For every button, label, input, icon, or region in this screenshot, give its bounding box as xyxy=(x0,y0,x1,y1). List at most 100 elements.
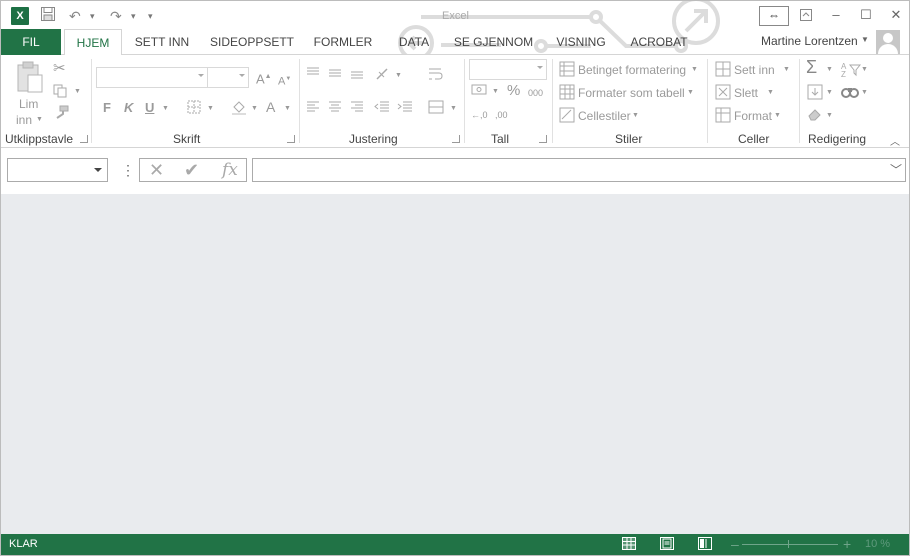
autosum-icon[interactable]: Σ xyxy=(806,58,817,76)
percent-style-button[interactable]: % xyxy=(507,83,520,99)
number-format-combo[interactable] xyxy=(469,59,547,80)
font-size-combo[interactable] xyxy=(207,67,249,88)
format-as-table-icon[interactable] xyxy=(559,84,575,104)
clear-icon[interactable] xyxy=(807,107,823,125)
align-top-icon[interactable] xyxy=(306,67,320,83)
collapse-ribbon-icon[interactable]: ︿ xyxy=(890,133,900,148)
fill-color-icon[interactable] xyxy=(231,99,247,119)
avatar[interactable] xyxy=(876,30,900,54)
align-middle-icon[interactable] xyxy=(328,67,342,83)
cell-styles-dropdown-icon[interactable]: ▼ xyxy=(632,112,639,119)
close-icon[interactable]: ✕ xyxy=(883,5,909,25)
undo-dropdown-icon[interactable]: ▾ xyxy=(90,6,95,26)
copy-icon[interactable] xyxy=(53,84,69,102)
tab-review[interactable]: SE GJENNOM xyxy=(451,29,536,55)
format-cells-dropdown-icon[interactable]: ▼ xyxy=(774,112,781,119)
delete-cells-button[interactable]: Slett xyxy=(734,86,758,100)
tab-view[interactable]: VISNING xyxy=(551,29,611,55)
tab-insert[interactable]: SETT INN xyxy=(129,29,195,55)
delete-cells-dropdown-icon[interactable]: ▼ xyxy=(767,89,774,96)
accounting-dropdown-icon[interactable]: ▼ xyxy=(492,88,499,95)
find-select-icon[interactable] xyxy=(841,84,859,104)
cell-styles-icon[interactable] xyxy=(559,107,575,127)
copy-dropdown-icon[interactable]: ▼ xyxy=(74,88,81,95)
user-name[interactable]: Martine Lorentzen xyxy=(761,34,858,48)
format-as-table-button[interactable]: Formater som tabell xyxy=(578,86,685,100)
redo-dropdown-icon[interactable]: ▾ xyxy=(131,6,136,26)
redo-icon[interactable]: ↷ xyxy=(110,6,122,26)
bold-button[interactable]: F xyxy=(103,100,111,116)
comma-style-button[interactable]: 000 xyxy=(528,85,543,101)
paste-icon[interactable] xyxy=(15,61,45,99)
minimize-icon[interactable]: – xyxy=(823,5,849,25)
tab-acrobat[interactable]: ACROBAT xyxy=(625,29,693,55)
font-color-icon[interactable]: A xyxy=(266,99,275,115)
help-icon[interactable] xyxy=(793,5,819,25)
zoom-out-icon[interactable]: – xyxy=(731,535,739,553)
font-name-combo[interactable] xyxy=(96,67,208,88)
underline-dropdown-icon[interactable]: ▼ xyxy=(162,105,169,112)
zoom-slider[interactable] xyxy=(742,544,838,545)
zoom-slider-handle[interactable] xyxy=(788,540,789,548)
cut-icon[interactable]: ✂ xyxy=(53,61,66,77)
conditional-formatting-button[interactable]: Betinget formatering xyxy=(578,63,686,77)
autosum-dropdown-icon[interactable]: ▼ xyxy=(826,66,833,73)
format-painter-icon[interactable] xyxy=(53,105,69,125)
delete-cells-icon[interactable] xyxy=(715,84,731,104)
clear-dropdown-icon[interactable]: ▼ xyxy=(826,112,833,119)
conditional-formatting-icon[interactable] xyxy=(559,61,575,81)
save-icon[interactable] xyxy=(40,6,56,26)
borders-icon[interactable] xyxy=(187,100,201,118)
page-break-view-icon[interactable] xyxy=(698,537,712,550)
format-cells-icon[interactable] xyxy=(715,107,731,127)
align-left-icon[interactable] xyxy=(306,101,320,117)
insert-cells-icon[interactable] xyxy=(715,61,731,81)
sort-filter-dropdown-icon[interactable]: ▼ xyxy=(861,66,868,73)
fill-icon[interactable] xyxy=(807,84,823,104)
name-box-dropdown-icon[interactable] xyxy=(94,168,102,172)
cell-styles-button[interactable]: Cellestiler xyxy=(578,109,631,123)
normal-view-icon[interactable] xyxy=(622,537,636,550)
page-layout-view-icon[interactable] xyxy=(660,537,674,550)
zoom-level[interactable]: 10 % xyxy=(865,538,890,550)
accounting-format-icon[interactable] xyxy=(471,83,489,101)
shrink-font-icon[interactable]: A▼ xyxy=(278,71,291,90)
zoom-in-icon[interactable]: + xyxy=(843,535,851,553)
italic-button[interactable]: K xyxy=(124,100,133,116)
merge-dropdown-icon[interactable]: ▼ xyxy=(450,105,457,112)
customize-qat-icon[interactable]: ▾ xyxy=(148,6,153,26)
decrease-decimal-button[interactable]: ,00 xyxy=(495,107,508,123)
fill-dropdown-icon[interactable]: ▼ xyxy=(826,89,833,96)
tab-data[interactable]: DATA xyxy=(391,29,437,55)
borders-dropdown-icon[interactable]: ▼ xyxy=(207,105,214,112)
tab-page-layout[interactable]: SIDEOPPSETT xyxy=(208,29,296,55)
tab-file[interactable]: FIL xyxy=(1,29,61,55)
clipboard-launcher-icon[interactable] xyxy=(80,135,88,143)
font-launcher-icon[interactable] xyxy=(287,135,295,143)
name-box[interactable] xyxy=(7,158,108,182)
wrap-text-icon[interactable] xyxy=(428,67,444,85)
paste-label[interactable]: Lim xyxy=(19,97,38,111)
formula-bar-grip-icon[interactable]: ⋮ xyxy=(121,162,135,178)
ribbon-display-options-icon[interactable]: ⇔ xyxy=(759,6,789,26)
format-cells-button[interactable]: Format xyxy=(734,109,772,123)
align-right-icon[interactable] xyxy=(350,101,364,117)
align-center-icon[interactable] xyxy=(328,101,342,117)
merge-center-icon[interactable] xyxy=(428,100,444,118)
formula-input[interactable]: ﹀ xyxy=(252,158,906,182)
tab-home[interactable]: HJEM xyxy=(64,29,122,56)
number-launcher-icon[interactable] xyxy=(539,135,547,143)
paste-dropdown-icon[interactable]: ▼ xyxy=(36,116,43,123)
find-select-dropdown-icon[interactable]: ▼ xyxy=(861,89,868,96)
insert-cells-button[interactable]: Sett inn xyxy=(734,63,775,77)
user-dropdown-icon[interactable]: ▼ xyxy=(861,35,869,44)
underline-button[interactable]: U xyxy=(145,100,154,116)
alignment-launcher-icon[interactable] xyxy=(452,135,460,143)
orientation-dropdown-icon[interactable]: ▼ xyxy=(395,72,402,79)
grow-font-icon[interactable]: A▲ xyxy=(256,69,272,87)
paste-label-2[interactable]: inn xyxy=(16,113,32,127)
tab-formulas[interactable]: FORMLER xyxy=(310,29,376,55)
undo-icon[interactable]: ↶ xyxy=(69,6,81,26)
orientation-icon[interactable] xyxy=(375,67,391,85)
increase-indent-icon[interactable] xyxy=(397,101,413,117)
